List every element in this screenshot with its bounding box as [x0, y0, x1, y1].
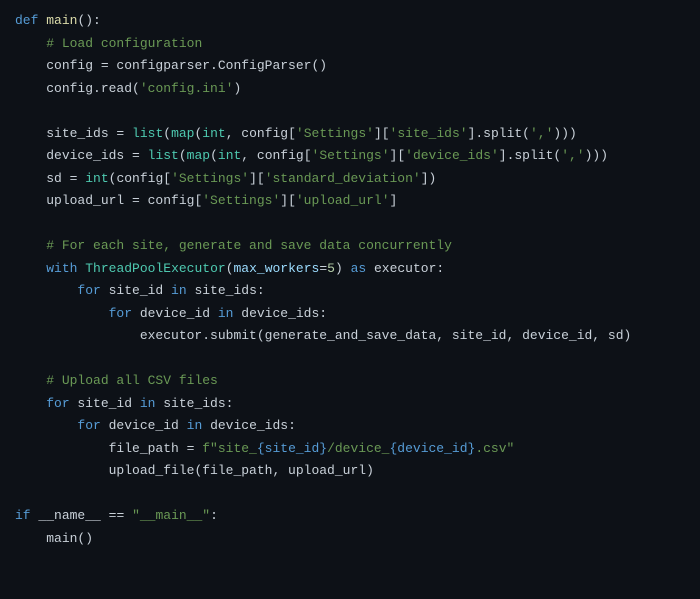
code-text: config.read(: [46, 81, 140, 96]
comment: # For each site, generate and save data …: [46, 238, 452, 253]
code-line: site_ids = list(map(int, config['Setting…: [15, 126, 577, 141]
code-text: ): [233, 81, 241, 96]
code-text: file_path =: [109, 441, 203, 456]
string: 'Settings': [171, 171, 249, 186]
code-text: site_ids =: [46, 126, 132, 141]
code-line: with ThreadPoolExecutor(max_workers=5) a…: [15, 261, 444, 276]
punct: ():: [77, 13, 100, 28]
comment: # Upload all CSV files: [46, 373, 218, 388]
code-text: config = configparser.ConfigParser(): [46, 58, 327, 73]
string: "__main__": [132, 508, 210, 523]
code-line: sd = int(config['Settings']['standard_de…: [15, 171, 436, 186]
comment: # Load configuration: [46, 36, 202, 51]
code-text: sd =: [46, 171, 85, 186]
blank-line: [15, 216, 23, 231]
code-line: config.read('config.ini'): [15, 81, 241, 96]
keyword: if: [15, 508, 31, 523]
code-line: executor.submit(generate_and_save_data, …: [15, 328, 631, 343]
string: 'standard_deviation': [265, 171, 421, 186]
fstring-brace: {site_id}: [257, 441, 327, 456]
string: 'Settings': [296, 126, 374, 141]
code-line: # Load configuration: [15, 36, 202, 51]
code-line: for device_id in device_ids:: [15, 418, 296, 433]
type: int: [218, 148, 241, 163]
string: 'device_ids': [405, 148, 499, 163]
parameter: max_workers: [234, 261, 320, 276]
string: 'site_ids': [390, 126, 468, 141]
string: 'Settings': [312, 148, 390, 163]
dunder: __name__: [38, 508, 100, 523]
code-line: upload_url = config['Settings']['upload_…: [15, 193, 397, 208]
number: 5: [327, 261, 335, 276]
keyword: in: [218, 306, 234, 321]
keyword: with: [46, 261, 77, 276]
keyword: in: [187, 418, 203, 433]
code-text: upload_file(file_path, upload_url): [109, 463, 374, 478]
keyword: def: [15, 13, 38, 28]
fstring-brace: {device_id}: [390, 441, 476, 456]
string: 'upload_url': [296, 193, 390, 208]
builtin: map: [171, 126, 194, 141]
string: 'Settings': [202, 193, 280, 208]
blank-line: [15, 351, 23, 366]
code-text: device_ids =: [46, 148, 147, 163]
code-text: upload_url = config[: [46, 193, 202, 208]
keyword: for: [77, 418, 100, 433]
code-line: for device_id in device_ids:: [15, 306, 327, 321]
code-line: def main():: [15, 13, 101, 28]
builtin: list: [148, 148, 179, 163]
blank-line: [15, 486, 23, 501]
code-text: executor.submit(generate_and_save_data, …: [140, 328, 631, 343]
code-editor[interactable]: def main(): # Load configuration config …: [15, 10, 685, 550]
type: int: [202, 126, 225, 141]
keyword: for: [77, 283, 100, 298]
code-text: main(): [46, 531, 93, 546]
code-line: device_ids = list(map(int, config['Setti…: [15, 148, 608, 163]
builtin: list: [132, 126, 163, 141]
code-line: main(): [15, 531, 93, 546]
string: ',': [530, 126, 553, 141]
type: int: [85, 171, 108, 186]
code-line: config = configparser.ConfigParser(): [15, 58, 327, 73]
keyword: in: [140, 396, 156, 411]
code-line: file_path = f"site_{site_id}/device_{dev…: [15, 441, 514, 456]
keyword: for: [46, 396, 69, 411]
keyword: in: [171, 283, 187, 298]
code-line: # Upload all CSV files: [15, 373, 218, 388]
code-line: for site_id in site_ids:: [15, 396, 233, 411]
blank-line: [15, 103, 23, 118]
string: 'config.ini': [140, 81, 234, 96]
keyword: for: [109, 306, 132, 321]
code-line: for site_id in site_ids:: [15, 283, 265, 298]
fstring: f"site_: [202, 441, 257, 456]
code-line: # For each site, generate and save data …: [15, 238, 452, 253]
code-line: if __name__ == "__main__":: [15, 508, 218, 523]
keyword: as: [351, 261, 367, 276]
fstring: /device_: [327, 441, 389, 456]
builtin: map: [187, 148, 210, 163]
fstring: .csv": [475, 441, 514, 456]
function-name: main: [46, 13, 77, 28]
string: ',': [561, 148, 584, 163]
code-line: upload_file(file_path, upload_url): [15, 463, 374, 478]
class-name: ThreadPoolExecutor: [85, 261, 225, 276]
